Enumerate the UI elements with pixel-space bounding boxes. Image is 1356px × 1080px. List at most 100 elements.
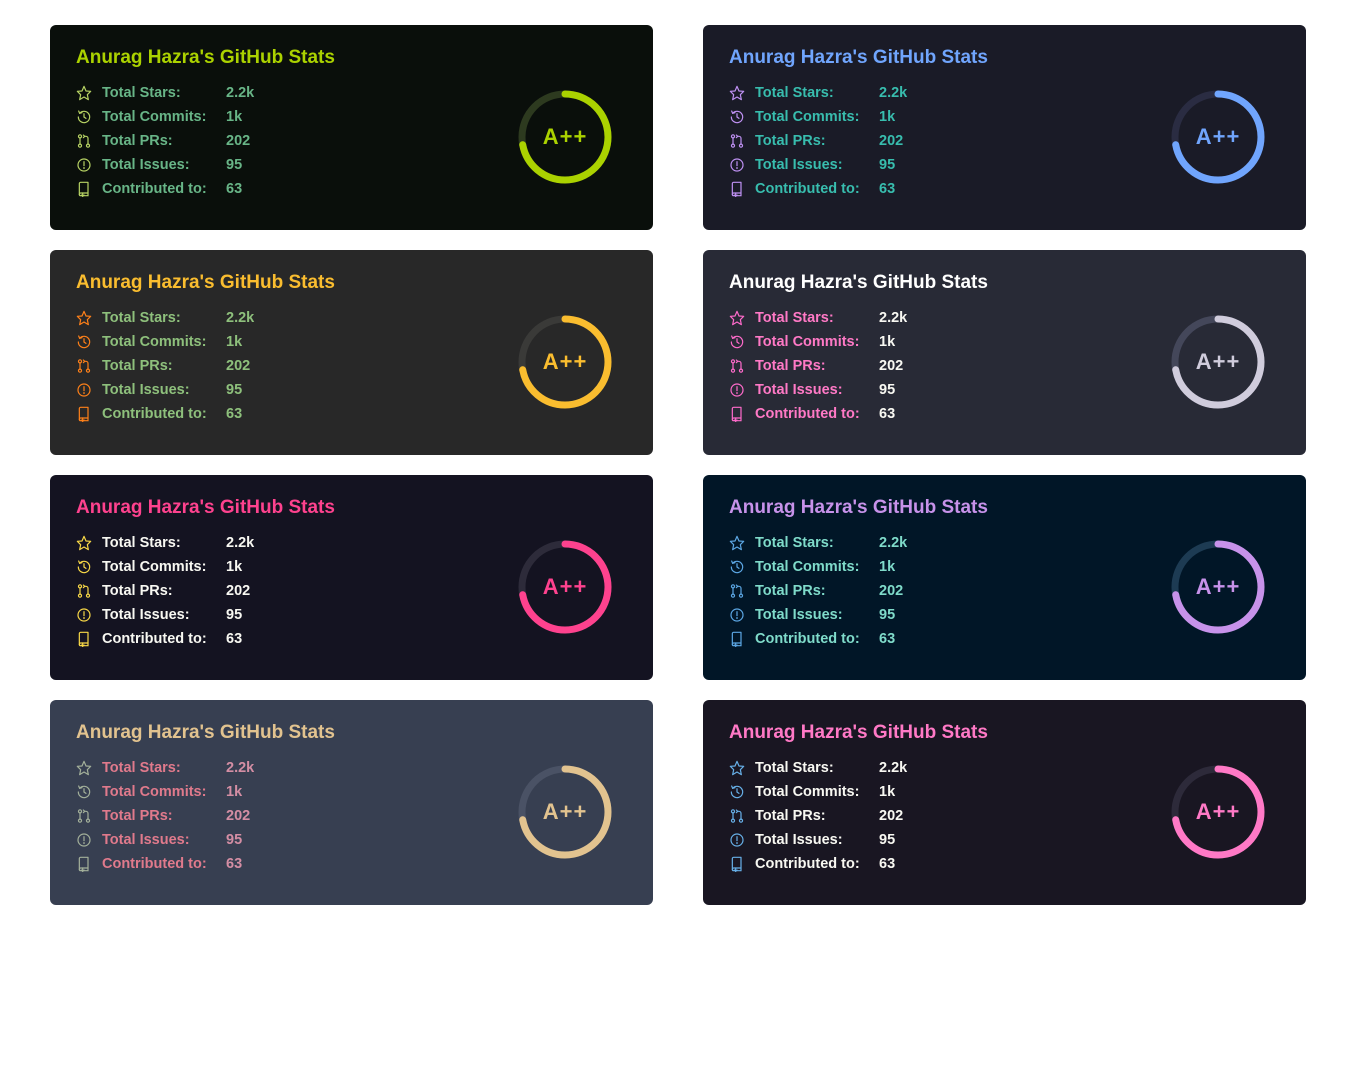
rank-circle: A++ <box>1168 87 1268 187</box>
stat-value: 1k <box>226 109 242 125</box>
stat-label: Total Issues: <box>102 607 226 623</box>
clock-icon <box>729 109 745 125</box>
stat-label: Contributed to: <box>755 856 879 872</box>
rank-text: A++ <box>543 349 588 375</box>
stat-label: Contributed to: <box>755 631 879 647</box>
stat-label: Total Issues: <box>102 832 226 848</box>
pr-icon <box>729 808 745 824</box>
rank-text: A++ <box>543 124 588 150</box>
issue-icon <box>729 382 745 398</box>
rank-circle: A++ <box>515 762 615 862</box>
clock-icon <box>76 784 92 800</box>
stat-label: Total Commits: <box>102 109 226 125</box>
stats-card-tokyonight: Anurag Hazra's GitHub StatsTotal Stars:2… <box>703 25 1306 230</box>
stat-value: 2.2k <box>226 535 254 551</box>
rank-text: A++ <box>1196 574 1241 600</box>
stat-label: Total Stars: <box>755 760 879 776</box>
stats-card-gruvbox: Anurag Hazra's GitHub StatsTotal Stars:2… <box>50 250 653 455</box>
stat-label: Contributed to: <box>102 181 226 197</box>
stat-value: 63 <box>879 406 895 422</box>
stat-value: 202 <box>226 808 250 824</box>
stat-label: Total Commits: <box>102 559 226 575</box>
stat-value: 2.2k <box>226 85 254 101</box>
rank-text: A++ <box>543 799 588 825</box>
issue-icon <box>76 607 92 623</box>
stat-value: 202 <box>226 583 250 599</box>
stat-label: Total Commits: <box>755 784 879 800</box>
stat-value: 95 <box>879 832 895 848</box>
star-icon <box>76 535 92 551</box>
stat-value: 202 <box>879 808 903 824</box>
stat-value: 63 <box>226 181 242 197</box>
stat-label: Total PRs: <box>755 133 879 149</box>
stat-value: 1k <box>879 559 895 575</box>
stat-value: 63 <box>226 406 242 422</box>
pr-icon <box>76 808 92 824</box>
stat-value: 202 <box>879 358 903 374</box>
issue-icon <box>729 607 745 623</box>
stat-value: 1k <box>226 559 242 575</box>
stats-card-omni: Anurag Hazra's GitHub Stats Total Stars: 2… <box>703 700 1306 905</box>
star-icon <box>76 310 92 326</box>
stat-value: 2.2k <box>226 760 254 776</box>
rank-text: A++ <box>1196 349 1241 375</box>
clock-icon <box>729 559 745 575</box>
clock-icon <box>76 559 92 575</box>
rank-circle: A++ <box>1168 762 1268 862</box>
card-title: Anurag Hazra's GitHub Stats <box>76 722 627 744</box>
stat-value: 1k <box>879 784 895 800</box>
repo-icon <box>76 631 92 647</box>
card-title: Anurag Hazra's GitHub Stats <box>729 47 1280 69</box>
stat-value: 1k <box>879 334 895 350</box>
stat-label: Total PRs: <box>755 583 879 599</box>
stat-label: Total PRs: <box>755 808 879 824</box>
clock-icon <box>729 784 745 800</box>
star-icon <box>76 85 92 101</box>
stat-label: Total Stars: <box>102 535 226 551</box>
stat-label: Total Issues: <box>755 157 879 173</box>
rank-circle: A++ <box>1168 537 1268 637</box>
issue-icon <box>76 382 92 398</box>
stat-label: Total Commits: <box>755 109 879 125</box>
repo-icon <box>76 406 92 422</box>
stat-label: Total Issues: <box>102 382 226 398</box>
stat-value: 63 <box>226 631 242 647</box>
issue-icon <box>729 832 745 848</box>
card-title: Anurag Hazra's GitHub Stats <box>729 272 1280 294</box>
stat-label: Total Commits: <box>755 559 879 575</box>
star-icon <box>729 310 745 326</box>
stats-card-calm: Anurag Hazra's GitHub StatsTotal Stars:2… <box>50 700 653 905</box>
card-title: Anurag Hazra's GitHub Stats <box>729 722 1280 744</box>
stats-card-radical: Anurag Hazra's GitHub StatsTotal Stars:2… <box>50 475 653 680</box>
stat-value: 63 <box>879 631 895 647</box>
stats-card-merko: Anurag Hazra's GitHub StatsTotal Stars:2… <box>50 25 653 230</box>
stat-value: 63 <box>879 181 895 197</box>
issue-icon <box>76 832 92 848</box>
stat-value: 202 <box>879 583 903 599</box>
star-icon <box>729 760 745 776</box>
card-title: Anurag Hazra's GitHub Stats <box>76 497 627 519</box>
stat-label: Contributed to: <box>102 856 226 872</box>
stat-value: 1k <box>226 334 242 350</box>
repo-icon <box>729 631 745 647</box>
stat-value: 95 <box>879 382 895 398</box>
stat-value: 63 <box>226 856 242 872</box>
stat-label: Total Issues: <box>755 832 879 848</box>
star-icon <box>76 760 92 776</box>
stat-value: 202 <box>226 133 250 149</box>
stat-label: Total PRs: <box>102 358 226 374</box>
stat-value: 1k <box>879 109 895 125</box>
repo-icon <box>729 406 745 422</box>
stat-value: 95 <box>226 607 242 623</box>
stat-value: 202 <box>226 358 250 374</box>
stat-value: 95 <box>879 607 895 623</box>
repo-icon <box>76 181 92 197</box>
rank-circle: A++ <box>515 537 615 637</box>
stat-label: Total PRs: <box>102 808 226 824</box>
stat-label: Total Issues: <box>755 607 879 623</box>
card-title: Anurag Hazra's GitHub Stats <box>729 497 1280 519</box>
stat-label: Total Stars: <box>102 760 226 776</box>
stat-label: Total Commits: <box>102 334 226 350</box>
stat-label: Contributed to: <box>102 406 226 422</box>
stat-value: 95 <box>226 157 242 173</box>
